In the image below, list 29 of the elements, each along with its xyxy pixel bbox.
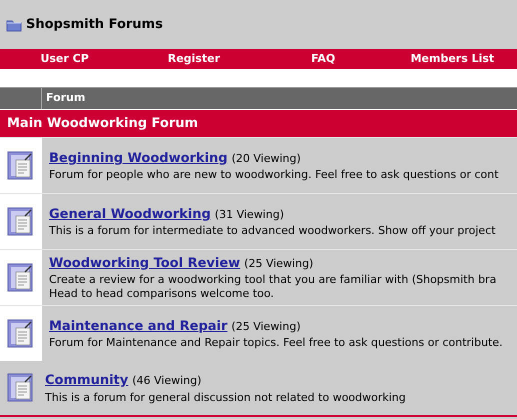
table-header-cell-text: Forum [45,90,86,106]
forum-description: This is a forum for intermediate to advanced woodworkers. Show off your project [49,224,496,238]
forum-document-icon [7,150,35,180]
viewing-count: (20 Viewing) [232,150,301,167]
forum-link[interactable]: Community [45,371,128,391]
forum-document-icon [7,373,35,403]
forum-description: Forum for people who are new to woodworking. Feel free to ask questions or cont [49,168,499,182]
forum-link[interactable]: General Woodworking [49,204,211,224]
forum-link[interactable]: Beginning Woodworking [49,148,228,168]
forum-document-icon [7,206,35,236]
forum-description: This is a forum for general discussion not related to woodworking [45,390,406,405]
nav-link[interactable]: Members List [388,50,517,68]
nav-link[interactable]: FAQ [258,50,388,68]
nav-link[interactable]: Register [129,50,258,68]
section-header: Main Woodworking Forum [0,109,517,137]
viewing-count: (46 Viewing) [132,373,202,390]
nav-link[interactable]: User CP [0,50,130,68]
forum-document-icon [7,262,35,292]
viewing-count: (25 Viewing) [244,256,314,272]
forum-document-icon [7,318,35,348]
forum-description: Create a review for a woodworking tool that you are familiar with (Shopsmith bra [49,273,496,288]
viewing-count: (25 Viewing) [231,318,301,335]
folder-icon [6,18,22,32]
site-title: Shopsmith Forums [26,16,163,34]
forum-description: Head to head comparisons welcome too. [49,287,275,302]
forum-link[interactable]: Maintenance and Repair [49,316,228,336]
viewing-count: (31 Viewing) [214,206,284,223]
forum-description: Forum for Maintenance and Repair topics. Feel free to ask questions or contribute. [49,336,503,350]
forum-link[interactable]: Woodworking Tool Review [49,254,240,274]
